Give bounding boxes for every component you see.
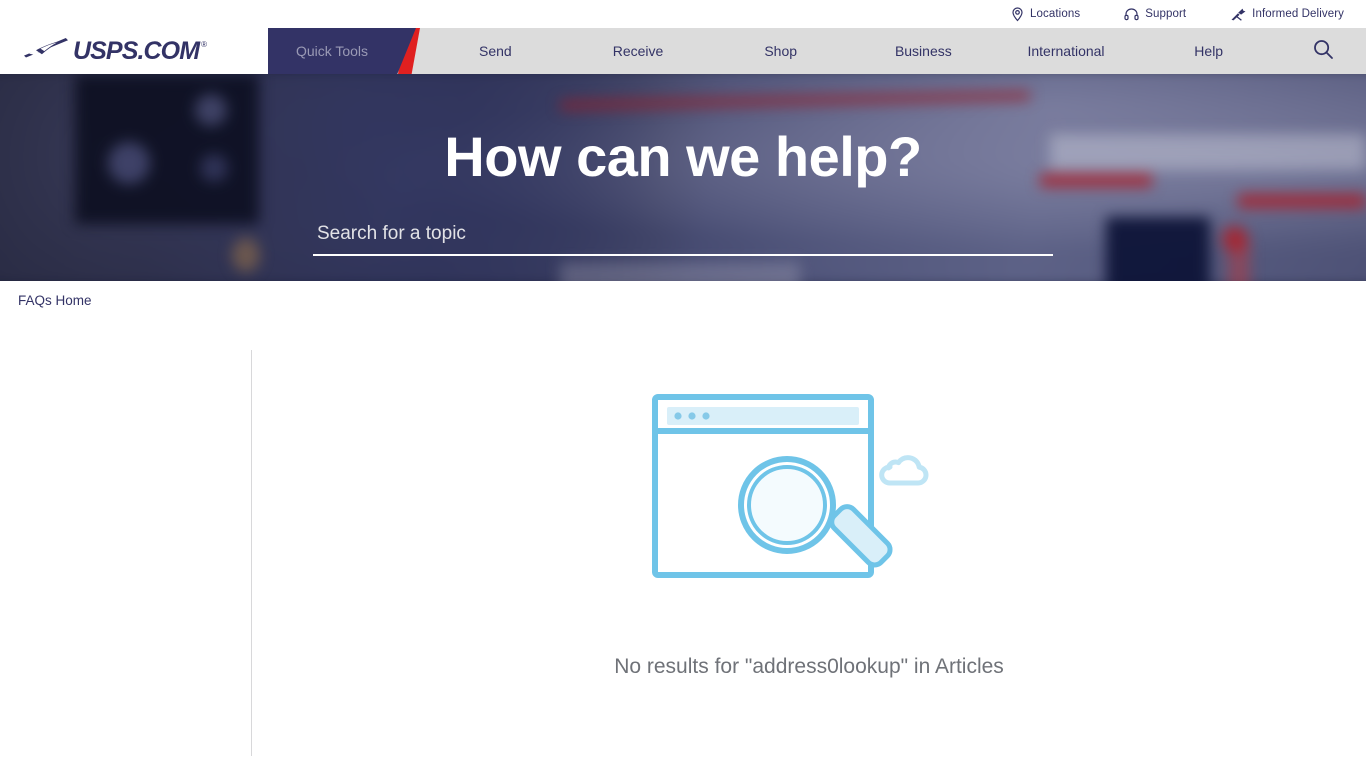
- utility-bar: Locations Support Informed Delivery: [0, 0, 1366, 28]
- page-title: How can we help?: [444, 125, 922, 188]
- utility-item-informed-delivery[interactable]: Informed Delivery: [1230, 7, 1344, 22]
- hero-banner: How can we help?: [0, 74, 1366, 281]
- usps-eagle-logo: [24, 37, 70, 66]
- usps-logo-link[interactable]: USPS.COM ®: [24, 37, 208, 66]
- nav-search-button[interactable]: [1280, 38, 1366, 65]
- breadcrumb-item-faqs-home[interactable]: FAQs Home: [18, 293, 92, 308]
- registered-mark: ®: [201, 39, 208, 49]
- nav-tab-quick-tools[interactable]: Quick Tools: [260, 28, 416, 74]
- search-input[interactable]: [313, 220, 1053, 256]
- content-area: No results for "address0lookup" in Artic…: [0, 319, 1366, 756]
- eagle-icon: [1230, 7, 1246, 22]
- nav-link-shop[interactable]: Shop: [709, 28, 852, 74]
- utility-item-locations[interactable]: Locations: [1011, 6, 1081, 22]
- nav-strip: Quick Tools Send Receive Shop Business I…: [260, 28, 1366, 74]
- utility-item-label: Locations: [1030, 8, 1081, 20]
- search-results-pane: No results for "address0lookup" in Artic…: [252, 319, 1366, 756]
- headset-icon: [1124, 7, 1139, 21]
- map-pin-icon: [1011, 6, 1024, 22]
- nav-link-receive[interactable]: Receive: [567, 28, 710, 74]
- search-icon: [1312, 38, 1334, 65]
- main-navigation: USPS.COM ® Quick Tools Send Receive Shop…: [0, 28, 1366, 74]
- utility-item-label: Informed Delivery: [1252, 8, 1344, 20]
- no-results-message: No results for "address0lookup" in Artic…: [614, 655, 1004, 678]
- logo-zone: USPS.COM ®: [0, 28, 268, 74]
- hero-content: How can we help?: [0, 74, 1366, 256]
- nav-link-send[interactable]: Send: [424, 28, 567, 74]
- nav-link-business[interactable]: Business: [852, 28, 995, 74]
- hero-search-wrapper: [313, 220, 1053, 256]
- nav-links: Send Receive Shop Business International…: [424, 28, 1366, 74]
- utility-item-label: Support: [1145, 8, 1187, 20]
- sidebar-rail: [0, 319, 251, 756]
- breadcrumb: FAQs Home: [0, 281, 1366, 319]
- nav-link-help[interactable]: Help: [1137, 28, 1280, 74]
- nav-tab-quick-tools-label: Quick Tools: [295, 43, 369, 59]
- nav-link-international[interactable]: International: [995, 28, 1138, 74]
- brand-wordmark: USPS.COM: [73, 36, 200, 65]
- browser-search-illustration: [637, 391, 982, 609]
- utility-item-support[interactable]: Support: [1124, 7, 1186, 21]
